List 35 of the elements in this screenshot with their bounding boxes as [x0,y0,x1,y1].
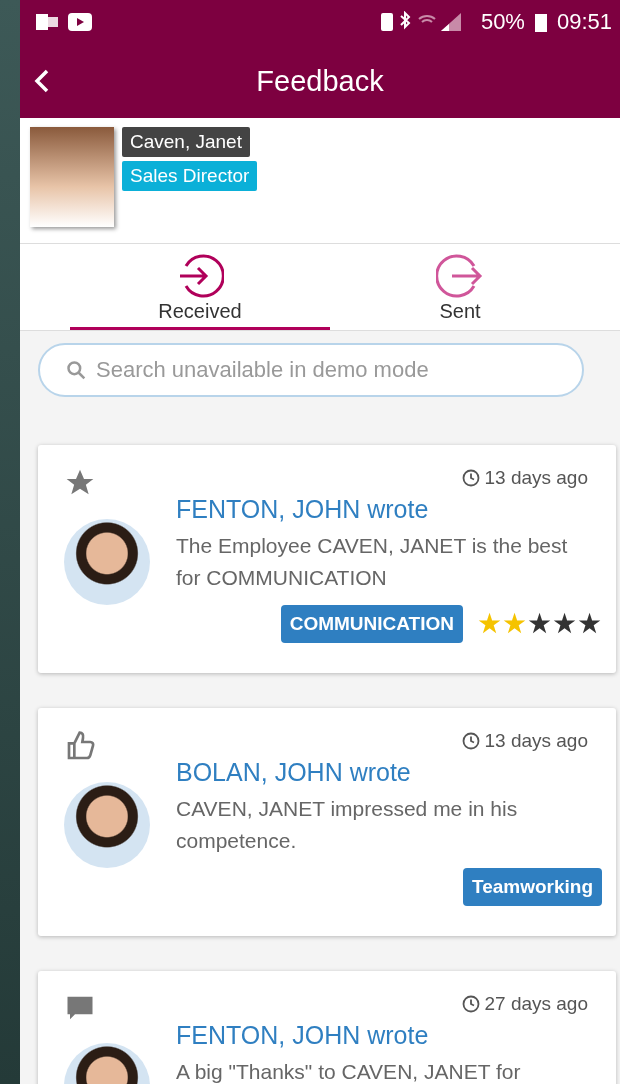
rating-star-icon: ★ [552,610,577,638]
clock-icon [462,732,481,750]
rating-star-icon: ★ [502,610,527,638]
rating-star-icon: ★ [577,610,602,638]
author-link[interactable]: BOLAN, JOHN wrote [176,758,602,787]
feedback-card[interactable]: 13 days ago FENTON, JOHN wrote The Employee CAVEN, JANET is the best for COMMUNICATION COMMUNICATION ★★★★★ [38,445,616,673]
sign-out-icon [436,252,484,300]
employee-name: Caven, Janet [122,127,250,157]
category-tag: Teamworking [462,868,602,906]
author-link[interactable]: FENTON, JOHN wrote [176,495,602,524]
clock-time: 09:51 [556,9,612,35]
battery-icon [534,12,547,32]
feedback-card[interactable]: 13 days ago BOLAN, JOHN wrote CAVEN, JANET impressed me in his competence. Teamworking [38,708,616,936]
search-field[interactable]: Search unavailable in demo mode [38,343,584,397]
tab[interactable]: Received [70,244,330,330]
author-link[interactable]: FENTON, JOHN wrote [176,1021,602,1050]
feedback-text: CAVEN, JANET impressed me in his competence. [176,796,519,854]
tab[interactable]: Sent [330,244,590,330]
search-icon [66,360,86,380]
back-icon [34,68,50,94]
category-tag: COMMUNICATION [280,605,463,643]
play-app-icon [68,13,92,31]
feedback-text: The Employee CAVEN, JANET is the best for COMMUNICATION [176,533,569,591]
feedback-text: A big "Thanks" to CAVEN, JANET for [176,1059,522,1084]
employee-role: Sales Director [122,161,258,191]
clock-icon [462,995,481,1013]
time-ago-text: 27 days ago [484,993,588,1015]
time-ago-text: 13 days ago [484,730,588,752]
time-ago-text: 13 days ago [484,467,588,489]
rating-star-icon: ★ [477,610,502,638]
battery-level: 50% [480,9,525,35]
feedback-card[interactable]: 27 days ago FENTON, JOHN wrote A big "Thanks" to CAVEN, JANET for [38,971,616,1084]
rating-star-icon: ★ [527,610,552,638]
page-title: Feedback [256,64,384,98]
clock-icon [462,469,481,487]
